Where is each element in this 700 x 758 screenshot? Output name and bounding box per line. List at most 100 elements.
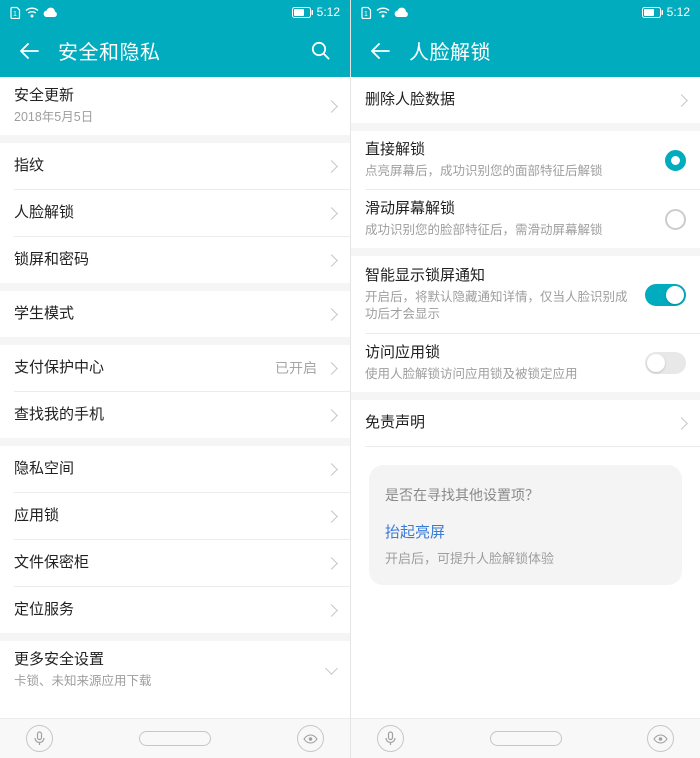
row-subtitle: 使用人脸解锁访问应用锁及被锁定应用 [365, 366, 635, 383]
page-title: 人脸解锁 [409, 36, 684, 65]
row-subtitle: 卡锁、未知来源应用下载 [14, 673, 317, 690]
list-item-file-safe[interactable]: 文件保密柜 [0, 540, 350, 586]
page-title: 安全和隐私 [58, 36, 306, 65]
row-title: 智能显示锁屏通知 [365, 266, 635, 286]
raise-to-wake-link[interactable]: 抬起亮屏 [385, 521, 445, 542]
battery-icon [292, 7, 313, 18]
radio-selected-icon[interactable] [665, 150, 686, 171]
list-item-delete-face-data[interactable]: 删除人脸数据 [351, 77, 700, 123]
section-gap [0, 633, 350, 641]
chevron-right-icon [325, 510, 338, 523]
section-gap [351, 392, 700, 400]
list-item-access-app-lock[interactable]: 访问应用锁 使用人脸解锁访问应用锁及被锁定应用 [351, 334, 700, 392]
suggestion-card: 是否在寻找其他设置项？ 抬起亮屏 开启后，可提升人脸解锁体验 [369, 465, 682, 585]
wifi-icon [376, 6, 390, 18]
row-title: 直接解锁 [365, 140, 655, 160]
screen-security-privacy: 1 5:12 安全和隐私 安全更新 2018年5月5日 [0, 0, 350, 758]
home-pill[interactable] [490, 731, 562, 746]
chevron-right-icon [675, 94, 688, 107]
svg-text:1: 1 [13, 11, 17, 18]
clock-text: 5:12 [317, 5, 340, 19]
screen-face-unlock: 1 5:12 人脸解锁 删除人脸数据 直接解锁 点亮屏 [350, 0, 700, 758]
settings-list: 安全更新 2018年5月5日 指纹 人脸解锁 锁屏和密码 [0, 77, 350, 718]
row-title: 支付保护中心 [14, 358, 265, 378]
row-title: 更多安全设置 [14, 650, 317, 670]
list-item-more-security[interactable]: 更多安全设置 卡锁、未知来源应用下载 [0, 641, 350, 699]
home-pill[interactable] [139, 731, 211, 746]
settings-list: 删除人脸数据 直接解锁 点亮屏幕后，成功识别您的面部特征后解锁 滑动屏幕解锁 成… [351, 77, 700, 718]
list-item-app-lock[interactable]: 应用锁 [0, 493, 350, 539]
search-icon[interactable] [306, 37, 334, 65]
section-gap [351, 123, 700, 131]
row-title: 学生模式 [14, 304, 317, 324]
toggle-knob [647, 354, 665, 372]
section-gap [0, 438, 350, 446]
wifi-icon [25, 6, 39, 18]
back-icon[interactable] [16, 38, 42, 64]
chevron-right-icon [325, 100, 338, 113]
list-item-security-update[interactable]: 安全更新 2018年5月5日 [0, 77, 350, 135]
chevron-right-icon [325, 160, 338, 173]
clock-text: 5:12 [667, 5, 690, 19]
chevron-right-icon [325, 362, 338, 375]
list-item-face-unlock[interactable]: 人脸解锁 [0, 190, 350, 236]
list-item-private-space[interactable]: 隐私空间 [0, 446, 350, 492]
toggle-knob [666, 286, 684, 304]
app-header: 人脸解锁 [351, 24, 700, 77]
row-title: 访问应用锁 [365, 343, 635, 363]
list-item-location-services[interactable]: 定位服务 [0, 587, 350, 633]
row-title: 查找我的手机 [14, 405, 317, 425]
chevron-right-icon [325, 557, 338, 570]
chevron-right-icon [325, 308, 338, 321]
list-item-fingerprint[interactable]: 指纹 [0, 143, 350, 189]
status-bar: 1 5:12 [351, 0, 700, 24]
suggestion-description: 开启后，可提升人脸解锁体验 [385, 548, 666, 567]
row-title: 锁屏和密码 [14, 250, 317, 270]
cloud-icon [394, 7, 409, 18]
row-subtitle: 成功识别您的脸部特征后，需滑动屏幕解锁 [365, 222, 655, 239]
row-title: 隐私空间 [14, 459, 317, 479]
list-item-smart-notifications[interactable]: 智能显示锁屏通知 开启后，将默认隐藏通知详情，仅当人脸识别成功后才会显示 [351, 256, 700, 333]
list-item-slide-unlock[interactable]: 滑动屏幕解锁 成功识别您的脸部特征后，需滑动屏幕解锁 [351, 190, 700, 248]
section-gap [0, 337, 350, 345]
toggle-on[interactable] [645, 284, 686, 306]
chevron-down-icon [325, 662, 338, 675]
back-icon[interactable] [367, 38, 393, 64]
row-value: 已开启 [275, 358, 317, 378]
section-gap [0, 283, 350, 291]
row-title: 删除人脸数据 [365, 90, 667, 110]
row-subtitle: 点亮屏幕后，成功识别您的面部特征后解锁 [365, 163, 655, 180]
row-title: 安全更新 [14, 86, 317, 106]
row-title: 免责声明 [365, 413, 667, 433]
battery-icon [642, 7, 663, 18]
bottom-bar [351, 718, 700, 758]
divider [365, 446, 700, 447]
app-header: 安全和隐私 [0, 24, 350, 77]
chevron-right-icon [675, 417, 688, 430]
status-bar: 1 5:12 [0, 0, 350, 24]
row-title: 定位服务 [14, 600, 317, 620]
toggle-off[interactable] [645, 352, 686, 374]
suggestion-question: 是否在寻找其他设置项？ [385, 485, 666, 505]
chevron-right-icon [325, 254, 338, 267]
sim-icon: 1 [361, 6, 372, 19]
row-title: 人脸解锁 [14, 203, 317, 223]
microphone-icon[interactable] [26, 725, 53, 752]
cloud-icon [43, 7, 58, 18]
list-item-payment-protection[interactable]: 支付保护中心 已开启 [0, 345, 350, 391]
list-item-direct-unlock[interactable]: 直接解锁 点亮屏幕后，成功识别您的面部特征后解锁 [351, 131, 700, 189]
chevron-right-icon [325, 604, 338, 617]
microphone-icon[interactable] [377, 725, 404, 752]
list-item-student-mode[interactable]: 学生模式 [0, 291, 350, 337]
chevron-right-icon [325, 409, 338, 422]
eye-icon[interactable] [647, 725, 674, 752]
row-title: 应用锁 [14, 506, 317, 526]
section-gap [0, 135, 350, 143]
list-item-find-my-phone[interactable]: 查找我的手机 [0, 392, 350, 438]
svg-text:1: 1 [364, 11, 368, 18]
list-item-lockscreen-password[interactable]: 锁屏和密码 [0, 237, 350, 283]
radio-unselected-icon[interactable] [665, 209, 686, 230]
eye-icon[interactable] [297, 725, 324, 752]
list-item-disclaimer[interactable]: 免责声明 [351, 400, 700, 446]
row-subtitle: 开启后，将默认隐藏通知详情，仅当人脸识别成功后才会显示 [365, 289, 635, 323]
